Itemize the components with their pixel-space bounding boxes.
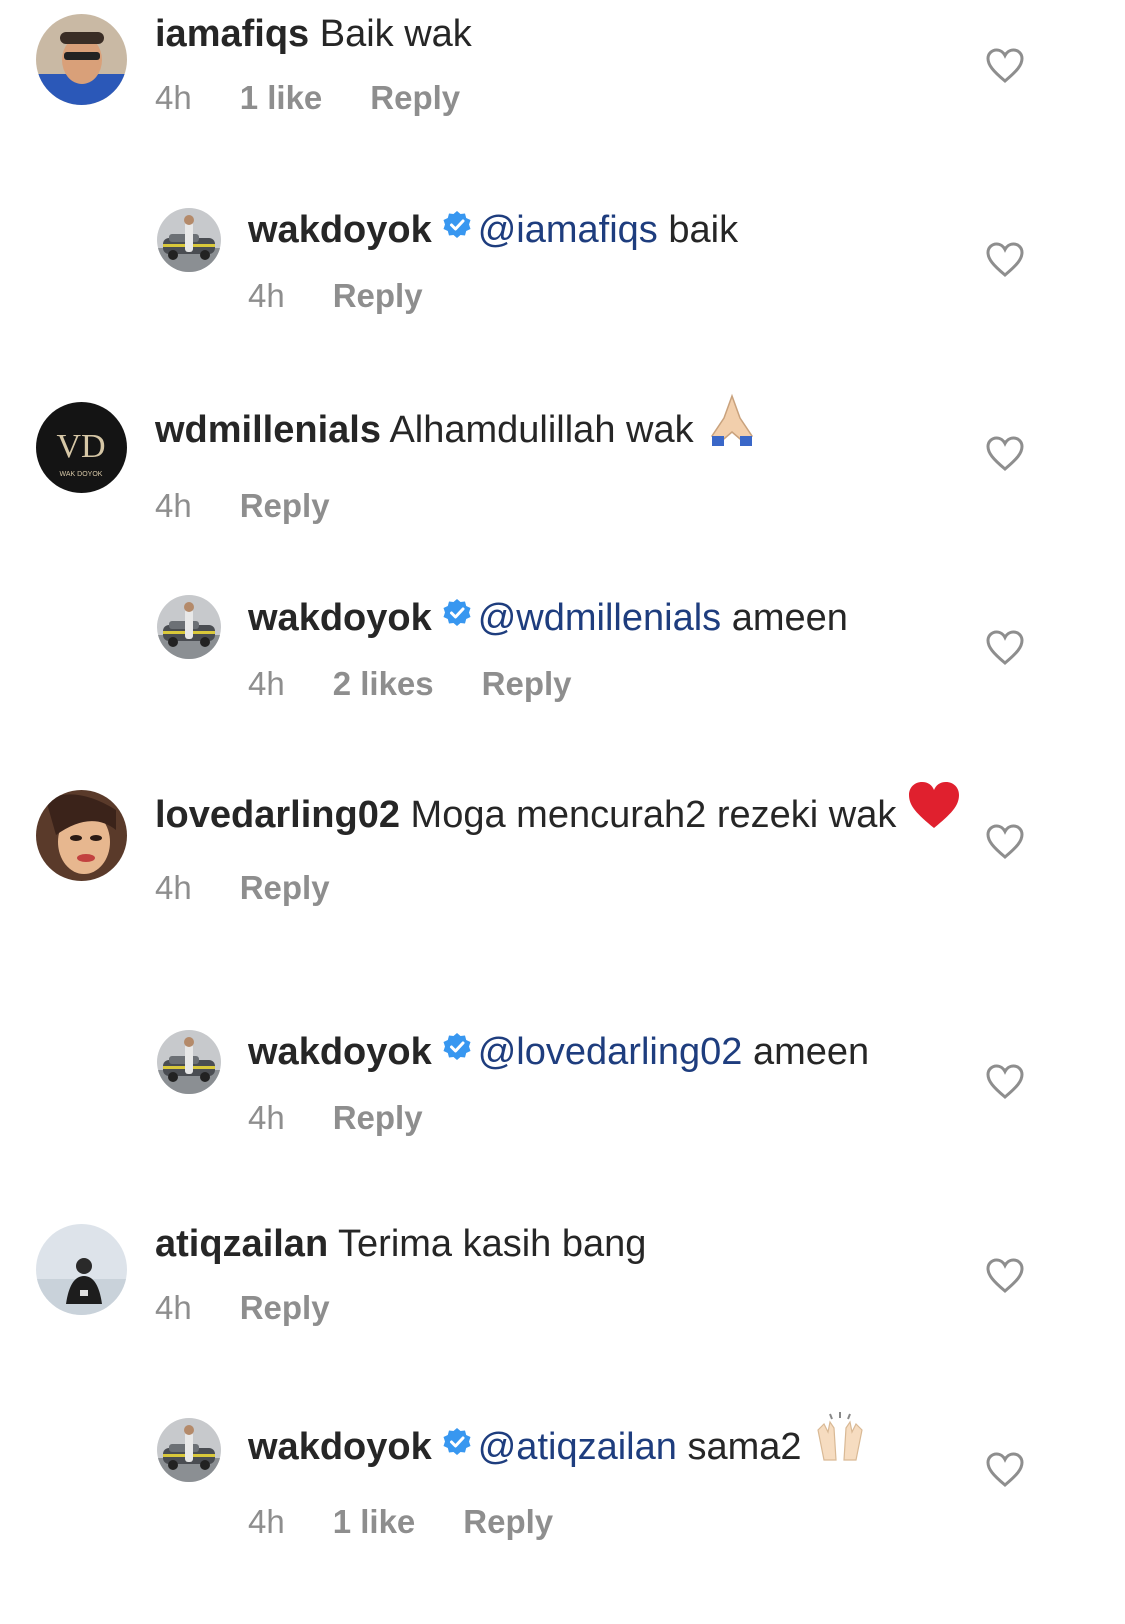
comment-text: wakdoyok @lovedarling02 ameen [248,1028,965,1078]
reply-button[interactable]: Reply [240,486,330,526]
comment-text: wakdoyok @iamafiqs baik [248,206,965,256]
timestamp: 4h [155,1289,192,1326]
username-link[interactable]: atiqzailan [155,1223,328,1265]
like-heart-icon[interactable] [986,1258,1024,1294]
reply-button[interactable]: Reply [482,664,572,704]
reply-button[interactable]: Reply [333,1098,423,1138]
avatar[interactable] [36,14,127,105]
avatar[interactable] [157,1418,221,1482]
mention-link[interactable]: @iamafiqs [478,209,658,251]
mention-link[interactable]: @lovedarling02 [478,1031,743,1073]
comment-message: Terima kasih bang [338,1223,647,1265]
username-link[interactable]: wakdoyok [248,597,432,639]
avatar[interactable]: VD WAK DOYOK [36,402,127,493]
comment-meta: 4h 1 like Reply [155,78,965,118]
like-heart-icon[interactable] [986,1064,1024,1100]
avatar[interactable] [157,1030,221,1094]
comment-message: Moga mencurah2 rezeki wak [410,794,897,837]
comment-message: ameen [752,1031,870,1073]
red-heart-emoji-icon [907,780,961,842]
comment-meta: 4h Reply [155,868,965,908]
username-link[interactable]: wakdoyok [248,1031,432,1073]
reply-button[interactable]: Reply [240,868,330,908]
avatar[interactable] [157,595,221,659]
comment-message: Baik wak [319,13,472,55]
comment-body: wakdoyok @iamafiqs baik 4h Reply [248,206,965,316]
comment-meta: 4h 1 like Reply [248,1502,965,1542]
raising-hands-emoji-icon [812,1410,868,1476]
likes-count-link[interactable]: 1 like [240,78,323,118]
comment-body: wakdoyok @atiqzailan sama2 4h 1 like Reply [248,1412,965,1542]
verified-badge-icon [442,592,472,640]
timestamp: 4h [155,869,192,906]
username-link[interactable]: lovedarling02 [155,794,400,836]
reply-button[interactable]: Reply [240,1288,330,1328]
reply-button[interactable]: Reply [333,276,423,316]
avatar[interactable] [36,1224,127,1315]
avatar[interactable] [157,208,221,272]
comment-text: wakdoyok @atiqzailan sama2 [248,1412,965,1482]
like-heart-icon[interactable] [986,48,1024,84]
comment-text: wdmillenials Alhamdulillah wak [155,393,965,466]
comment-body: wdmillenials Alhamdulillah wak 4h Reply [155,393,965,526]
comment-body: iamafiqs Baik wak 4h 1 like Reply [155,10,965,118]
like-heart-icon[interactable] [986,824,1024,860]
timestamp: 4h [248,276,285,314]
username-link[interactable]: wakdoyok [248,1426,432,1468]
timestamp: 4h [248,1503,285,1540]
likes-count-link[interactable]: 2 likes [333,664,434,704]
comment-message: Alhamdulillah wak [389,409,694,452]
comment-body: lovedarling02 Moga mencurah2 rezeki wak … [155,782,965,908]
svg-text:VD: VD [56,428,105,465]
timestamp: 4h [248,1098,285,1136]
reply-button[interactable]: Reply [463,1502,553,1542]
comment-text: atiqzailan Terima kasih bang [155,1220,965,1268]
verified-badge-icon [442,204,472,252]
username-link[interactable]: iamafiqs [155,13,309,55]
verified-badge-icon [442,1026,472,1074]
comment-text: lovedarling02 Moga mencurah2 rezeki wak [155,782,965,848]
timestamp: 4h [155,79,192,116]
comment-message: ameen [731,597,848,639]
verified-badge-icon [442,1421,472,1469]
svg-text:WAK DOYOK: WAK DOYOK [60,471,103,478]
username-link[interactable]: wakdoyok [248,209,432,251]
timestamp: 4h [155,487,192,524]
like-heart-icon[interactable] [986,1452,1024,1488]
comment-meta: 4h Reply [155,486,965,526]
likes-count-link[interactable]: 1 like [333,1502,416,1542]
comment-message: baik [668,209,739,251]
comment-meta: 4h 2 likes Reply [248,664,965,704]
avatar[interactable] [36,790,127,881]
comment-text: iamafiqs Baik wak [155,10,965,58]
reply-button[interactable]: Reply [370,78,460,118]
username-link[interactable]: wdmillenials [155,409,381,451]
comment-meta: 4h Reply [155,1288,965,1328]
mention-link[interactable]: @wdmillenials [478,597,721,639]
folded-hands-emoji-icon [704,392,760,460]
like-heart-icon[interactable] [986,630,1024,666]
comment-body: wakdoyok @lovedarling02 ameen 4h Reply [248,1028,965,1138]
comment-text: wakdoyok @wdmillenials ameen [248,594,965,644]
comment-body: atiqzailan Terima kasih bang 4h Reply [155,1220,965,1328]
comment-meta: 4h Reply [248,1098,965,1138]
mention-link[interactable]: @atiqzailan [478,1426,677,1468]
like-heart-icon[interactable] [986,436,1024,472]
comment-message: sama2 [687,1426,802,1469]
like-heart-icon[interactable] [986,242,1024,278]
timestamp: 4h [248,664,285,702]
comment-body: wakdoyok @wdmillenials ameen 4h 2 likes Repl… [248,594,965,704]
comment-meta: 4h Reply [248,276,965,316]
